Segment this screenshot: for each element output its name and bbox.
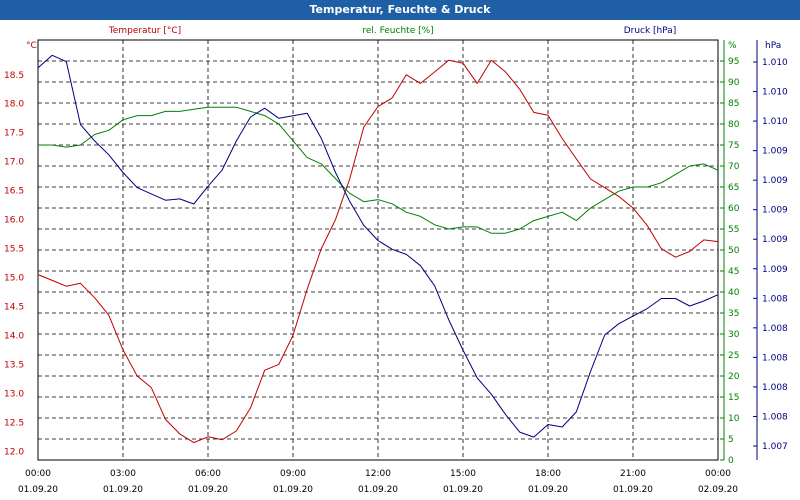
humidity-tick-label: 25 [728,351,739,361]
humidity-tick-label: 40 [728,288,740,298]
pressure-tick-label: 1.008 [762,294,788,304]
pressure-tick-label: 1.007 [762,442,788,452]
pressure-tick-label: 1.009 [762,265,788,275]
humidity-tick-label: 10 [728,414,740,424]
x-tick-time: 00:00 [705,469,731,479]
temp-tick-label: 16.0 [4,216,24,226]
temp-tick-label: 14.0 [4,331,24,341]
humidity-tick-label: 70 [728,162,740,172]
x-tick-time: 12:00 [365,469,391,479]
x-tick-date: 01.09.20 [443,485,483,495]
x-tick-date: 01.09.20 [18,485,58,495]
pressure-tick-label: 1.008 [762,383,788,393]
x-tick-time: 00:00 [25,469,51,479]
x-tick-date: 01.09.20 [358,485,398,495]
humidity-axis-title: rel. Feuchte [%] [362,26,433,36]
temp-tick-label: 14.5 [4,302,24,312]
pressure-tick-label: 1.008 [762,412,788,422]
pressure-tick-label: 1.008 [762,324,788,334]
humidity-tick-label: 85 [728,99,739,109]
pressure-tick-label: 1.010 [762,88,788,98]
humidity-tick-label: 45 [728,267,739,277]
chart-svg: 00:00 01.09.20 03:00 01.09.20 06:00 01.09.20 0… [4,26,788,495]
humidity-tick-label: 60 [728,204,740,214]
humidity-tick-label: 80 [728,120,740,130]
temp-tick-label: 18.5 [4,71,24,81]
x-tick-time: 18:00 [535,469,561,479]
x-tick-time: 06:00 [195,469,221,479]
humidity-tick-label: 20 [728,372,740,382]
x-tick-time: 09:00 [280,469,306,479]
humidity-unit-label: % [728,41,737,51]
x-tick-time: 21:00 [620,469,646,479]
x-tick-date: 01.09.20 [613,485,653,495]
temp-tick-label: 18.0 [4,100,24,110]
temp-tick-label: 15.0 [4,274,24,284]
temp-tick-label: 15.5 [4,245,24,255]
chart-window: Temperatur, Feuchte & Druck 00:00 01.09.2… [0,0,800,500]
x-tick-date: 02.09.20 [698,485,738,495]
humidity-tick-label: 5 [728,435,734,445]
humidity-tick-label: 75 [728,141,739,151]
temp-tick-label: 16.5 [4,187,24,197]
humidity-tick-label: 15 [728,393,739,403]
x-tick-time: 15:00 [450,469,476,479]
pressure-tick-label: 1.008 [762,353,788,363]
pressure-tick-label: 1.009 [762,206,788,216]
humidity-tick-label: 90 [728,78,740,88]
grid [38,40,718,460]
pressure-axis-title: Druck [hPa] [624,26,677,36]
temp-tick-label: 17.0 [4,158,24,168]
x-tick-date: 01.09.20 [273,485,313,495]
humidity-tick-label: 55 [728,225,739,235]
temp-tick-label: 13.0 [4,389,24,399]
pressure-tick-label: 1.009 [762,147,788,157]
temp-tick-label: 12.5 [4,418,24,428]
temp-tick-label: 13.5 [4,360,24,370]
humidity-tick-label: 0 [728,456,734,466]
humidity-tick-label: 95 [728,57,739,67]
x-tick-time: 03:00 [110,469,136,479]
humidity-tick-label: 65 [728,183,739,193]
pressure-tick-label: 1.009 [762,176,788,186]
humidity-tick-label: 30 [728,330,740,340]
pressure-tick-label: 1.010 [762,58,788,68]
humidity-tick-label: 35 [728,309,739,319]
humidity-tick-label: 50 [728,246,740,256]
temp-axis-title: Temperatur [°C] [108,26,181,36]
temp-tick-label: 17.5 [4,129,24,139]
x-tick-date: 01.09.20 [103,485,143,495]
x-tick-date: 01.09.20 [188,485,228,495]
temp-unit-label: °C [26,41,37,51]
temp-tick-label: 12.0 [4,447,24,457]
pressure-tick-label: 1.010 [762,117,788,127]
pressure-unit-label: hPa [765,41,781,51]
pressure-tick-label: 1.009 [762,235,788,245]
x-tick-date: 01.09.20 [528,485,568,495]
